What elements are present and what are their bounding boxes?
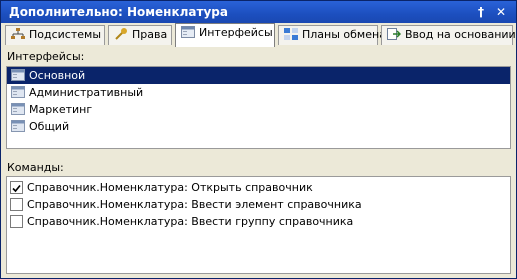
rights-icon [115,28,127,40]
dialog-window: Дополнительно: Номенклатура † ✕ Подсисте… [0,0,517,279]
subsystems-icon [11,28,25,39]
command-checkbox[interactable] [10,215,23,228]
commands-list[interactable]: Справочник.Номенклатура: Открыть справоч… [6,176,511,274]
tab-rights-label: Права [132,28,168,41]
interfaces-icon [181,26,195,38]
window-title: Дополнительно: Номенклатура [9,5,228,19]
pane-splitter[interactable] [1,151,516,157]
interfaces-list[interactable]: Основной Административный Маркетинг Общи… [6,66,511,149]
tab-exchange-plans-label: Планы обмена [302,28,386,41]
interface-label: Административный [29,86,144,99]
tab-panel-interfaces: Интерфейсы: Основной Административный Ма… [1,47,516,278]
interface-icon [11,86,25,98]
interface-icon [11,103,25,115]
tab-input-based-label: Ввод на основании [405,28,516,41]
interfaces-label: Интерфейсы: [7,50,85,63]
list-item-command[interactable]: Справочник.Номенклатура: Ввести группу с… [7,213,510,230]
command-label: Справочник.Номенклатура: Ввести элемент … [27,198,362,211]
checkmark-icon [12,184,21,193]
input-based-icon [387,28,401,40]
list-item-interface[interactable]: Маркетинг [7,101,510,118]
command-label: Справочник.Номенклатура: Открыть справоч… [27,181,313,194]
command-checkbox[interactable] [10,198,23,211]
interface-icon [11,69,25,81]
interface-icon [11,120,25,132]
commands-label: Команды: [7,161,64,174]
tab-interfaces[interactable]: Интерфейсы [175,23,275,47]
tab-input-based[interactable]: Ввод на основании [381,25,516,45]
close-icon[interactable]: ✕ [493,4,509,20]
pin-icon[interactable]: † [473,4,489,20]
command-label: Справочник.Номенклатура: Ввести группу с… [27,215,354,228]
tab-subsystems[interactable]: Подсистемы [5,25,105,45]
list-item-interface[interactable]: Общий [7,118,510,135]
interface-label: Маркетинг [29,103,93,116]
exchange-plans-icon [284,28,298,40]
interface-label: Общий [29,120,70,133]
tab-rights[interactable]: Права [108,25,172,45]
list-item-command[interactable]: Справочник.Номенклатура: Ввести элемент … [7,196,510,213]
tab-exchange-plans[interactable]: Планы обмена [278,25,386,45]
tab-interfaces-label: Интерфейсы [199,26,273,39]
command-checkbox[interactable] [10,181,23,194]
tab-bar: Подсистемы Права Интерфейсы Планы обмена [1,23,516,48]
interface-label: Основной [29,69,86,82]
list-item-command[interactable]: Справочник.Номенклатура: Открыть справоч… [7,179,510,196]
list-item-interface[interactable]: Административный [7,84,510,101]
tab-subsystems-label: Подсистемы [29,28,102,41]
title-bar[interactable]: Дополнительно: Номенклатура † ✕ [1,1,516,23]
list-item-interface[interactable]: Основной [7,67,510,84]
